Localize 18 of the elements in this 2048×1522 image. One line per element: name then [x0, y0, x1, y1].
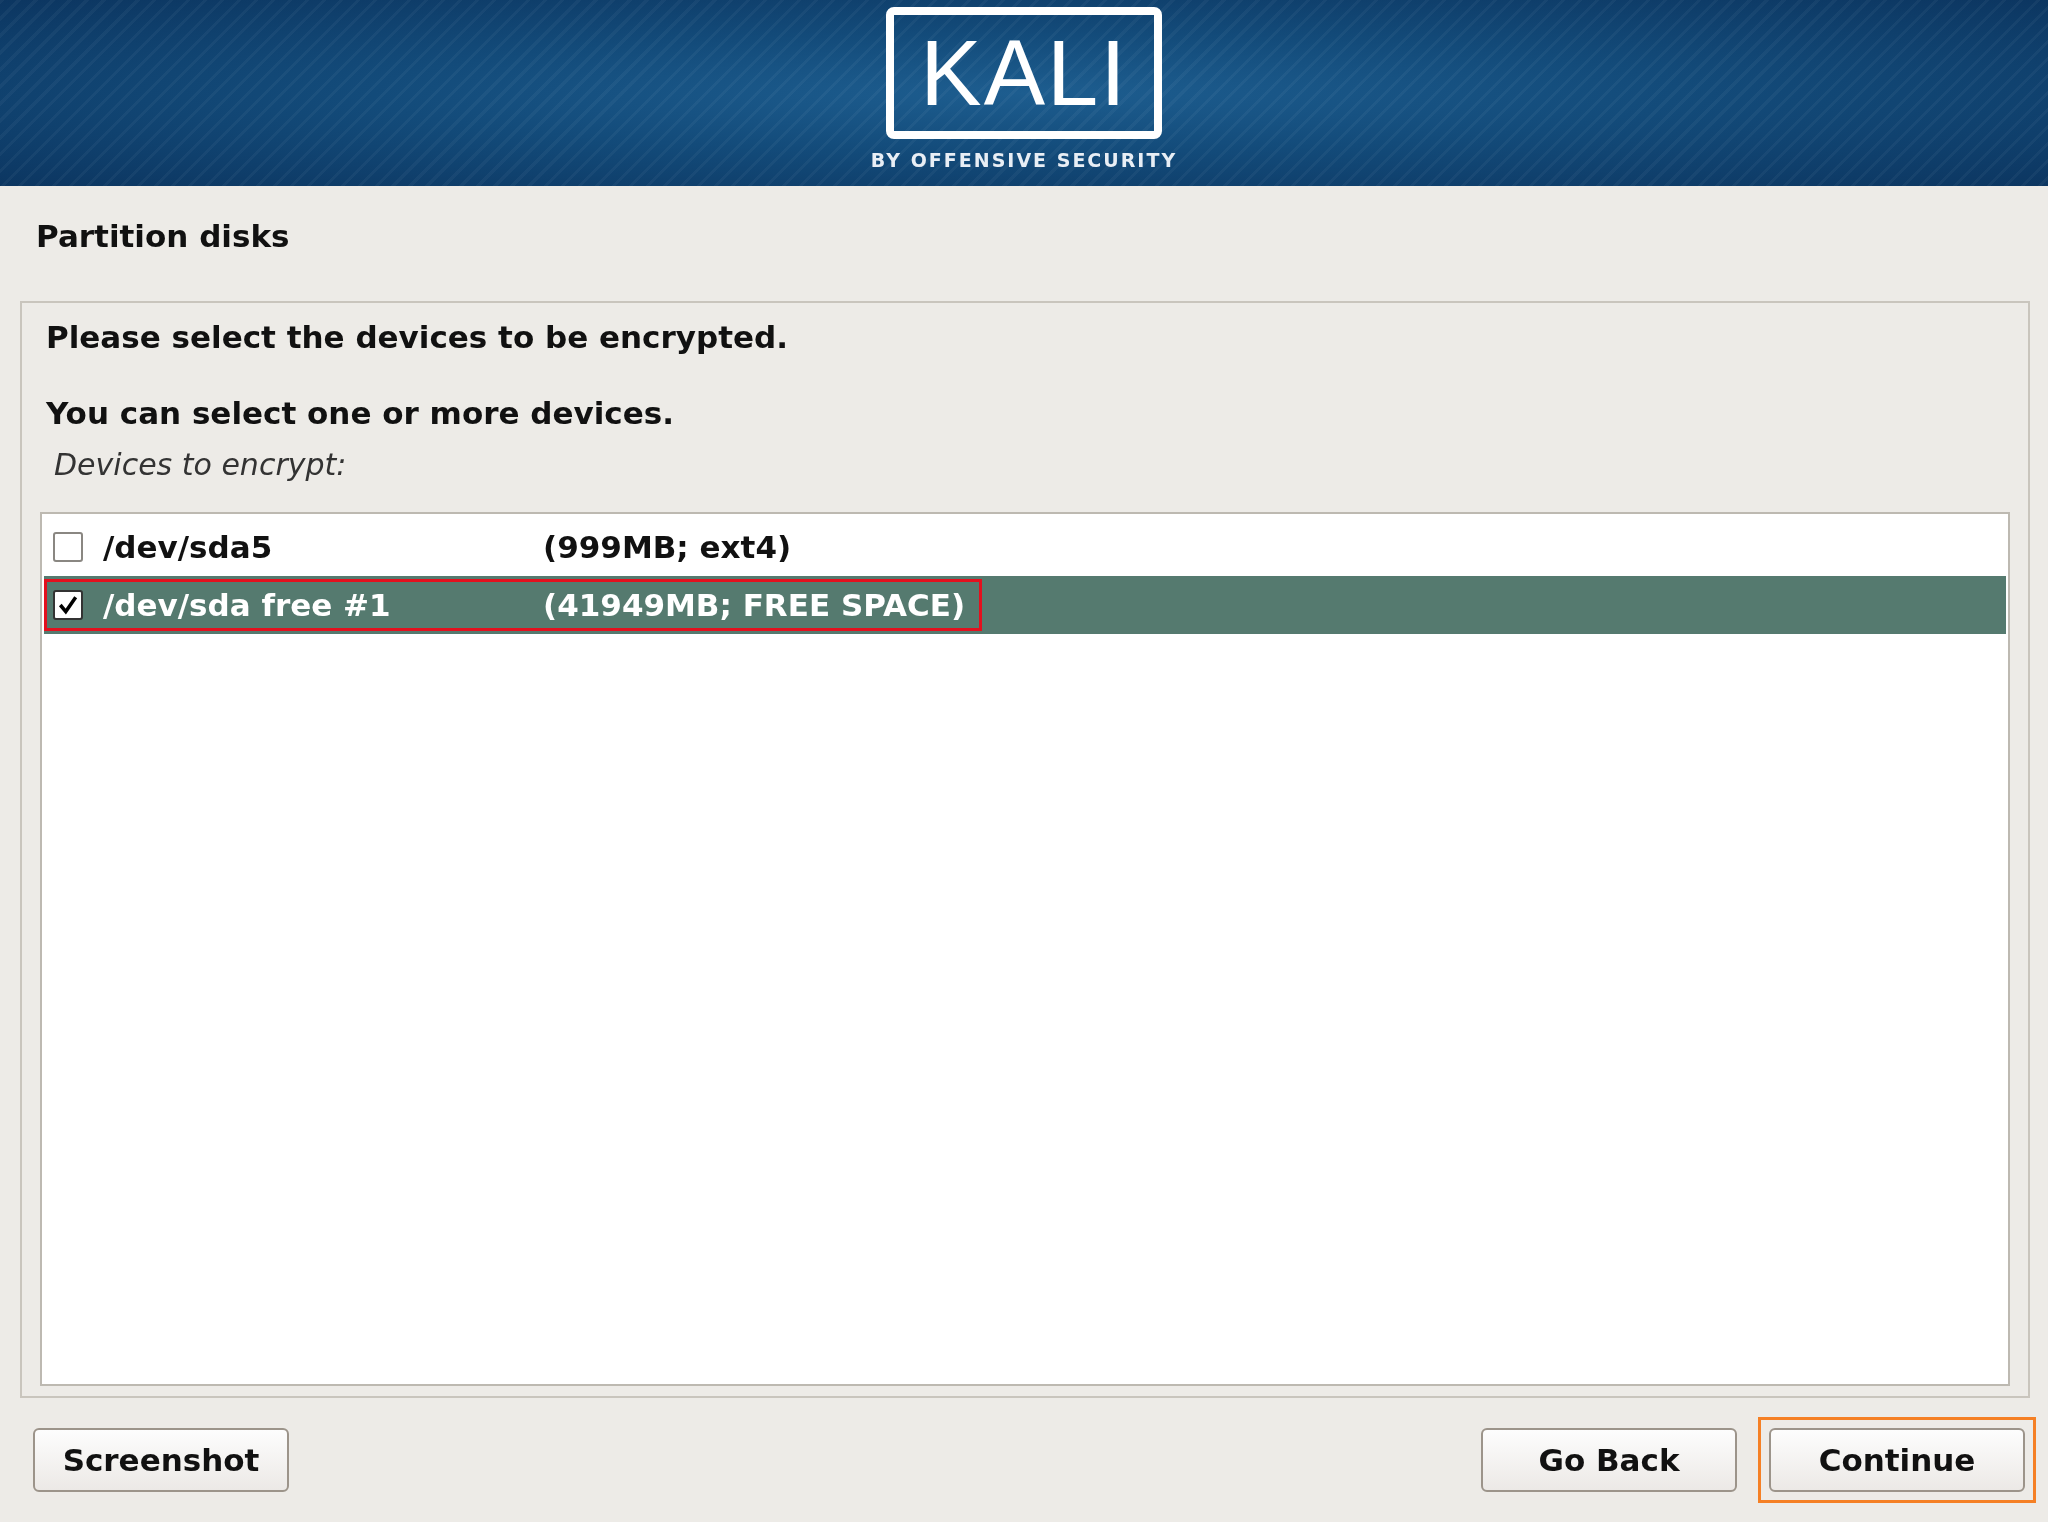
logo-wordmark: KALI [920, 27, 1128, 119]
device-size: (41949MB; FREE SPACE) [543, 587, 966, 623]
screenshot-button[interactable]: Screenshot [33, 1428, 289, 1492]
device-size: (999MB; ext4) [543, 529, 792, 565]
prompt-text: Please select the devices to be encrypted. [46, 318, 789, 355]
checkbox[interactable] [53, 590, 83, 620]
device-row[interactable]: /dev/sda free #1 (41949MB; FREE SPACE) [44, 576, 2006, 634]
page-title: Partition disks [35, 217, 291, 256]
check-icon [57, 594, 79, 616]
checkbox[interactable] [53, 532, 83, 562]
action-button[interactable]: Continue [1769, 1428, 2025, 1492]
device-row[interactable]: /dev/sda5 (999MB; ext4) [44, 518, 2006, 576]
device-name: /dev/sda5 [103, 529, 274, 565]
list-label: Devices to encrypt: [54, 447, 348, 482]
hint-text: You can select one or more devices. [46, 395, 675, 431]
action-button[interactable]: Go Back [1481, 1428, 1737, 1492]
device-name: /dev/sda free #1 [103, 587, 392, 623]
logo-tagline: BY OFFENSIVE SECURITY [870, 149, 1178, 171]
